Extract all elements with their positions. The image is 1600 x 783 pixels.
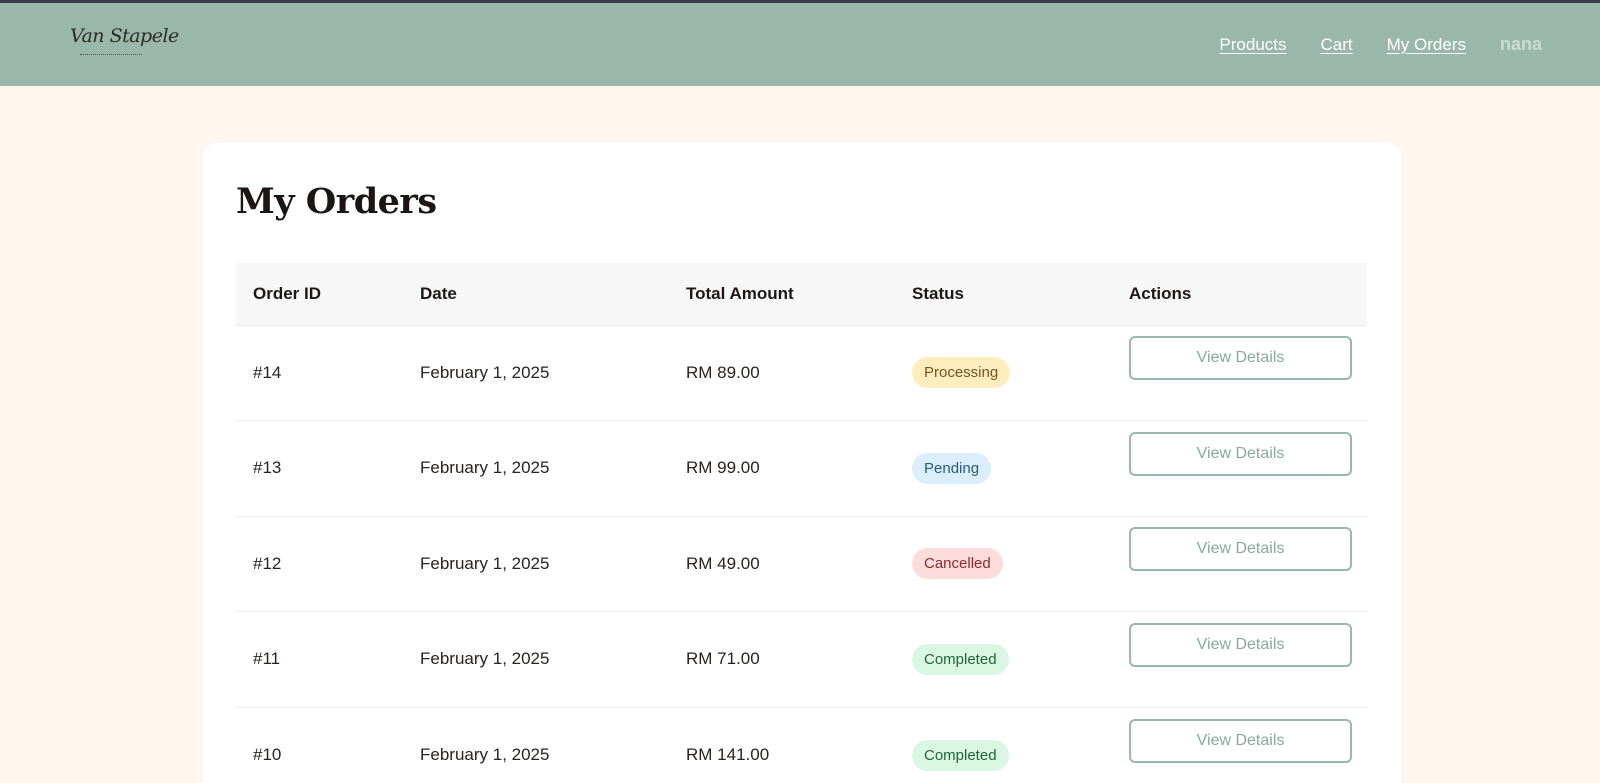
page-title: My Orders bbox=[236, 181, 437, 222]
logo-text: Van Stapele bbox=[70, 25, 179, 47]
view-details-button[interactable]: View Details bbox=[1129, 527, 1352, 572]
logo[interactable]: Van Stapele bbox=[70, 25, 179, 65]
nav-link-cart[interactable]: Cart bbox=[1321, 35, 1353, 55]
order-date: February 1, 2025 bbox=[420, 649, 550, 669]
view-details-button[interactable]: View Details bbox=[1129, 431, 1352, 476]
order-date: February 1, 2025 bbox=[420, 553, 550, 573]
nav-link-my-orders[interactable]: My Orders bbox=[1387, 35, 1466, 55]
table-row: #12 February 1, 2025 RM 49.00 Cancelled … bbox=[236, 516, 1367, 612]
order-total: RM 71.00 bbox=[686, 649, 760, 669]
main-nav: Products Cart My Orders nana bbox=[1219, 3, 1542, 86]
column-header-status: Status bbox=[912, 283, 964, 303]
status-badge: Cancelled bbox=[912, 548, 1003, 580]
orders-card: My Orders Order ID Date Total Amount Sta… bbox=[203, 143, 1401, 783]
order-date: February 1, 2025 bbox=[420, 745, 550, 764]
view-details-button[interactable]: View Details bbox=[1129, 622, 1352, 667]
order-id: #12 bbox=[253, 553, 282, 573]
column-header-total-amount: Total Amount bbox=[686, 283, 794, 303]
status-badge: Pending bbox=[912, 452, 992, 484]
orders-table: Order ID Date Total Amount Status Action… bbox=[236, 263, 1367, 783]
table-row: #13 February 1, 2025 RM 99.00 Pending Vi… bbox=[236, 420, 1367, 517]
status-badge: Completed bbox=[912, 643, 1009, 675]
column-header-order-id: Order ID bbox=[253, 283, 322, 303]
table-row: #11 February 1, 2025 RM 71.00 Completed … bbox=[236, 611, 1367, 708]
order-id: #14 bbox=[253, 362, 282, 382]
column-header-date: Date bbox=[420, 283, 457, 303]
table-header-row: Order ID Date Total Amount Status Action… bbox=[236, 263, 1367, 325]
order-total: RM 49.00 bbox=[686, 553, 760, 573]
view-details-button[interactable]: View Details bbox=[1129, 718, 1352, 763]
order-total: RM 141.00 bbox=[686, 745, 770, 764]
nav-link-products[interactable]: Products bbox=[1219, 35, 1286, 55]
order-id: #13 bbox=[253, 458, 282, 478]
status-badge: Processing bbox=[912, 357, 1011, 389]
order-id: #10 bbox=[253, 745, 282, 764]
logo-subtext bbox=[80, 54, 142, 57]
order-date: February 1, 2025 bbox=[420, 362, 550, 382]
order-total: RM 99.00 bbox=[686, 458, 760, 478]
order-total: RM 89.00 bbox=[686, 362, 760, 382]
order-date: February 1, 2025 bbox=[420, 458, 550, 478]
table-row: #14 February 1, 2025 RM 89.00 Processing… bbox=[236, 325, 1367, 421]
status-badge: Completed bbox=[912, 739, 1009, 771]
column-header-actions: Actions bbox=[1129, 283, 1192, 303]
user-menu[interactable]: nana bbox=[1500, 34, 1542, 55]
table-row: #10 February 1, 2025 RM 141.00 Completed… bbox=[236, 707, 1367, 783]
view-details-button[interactable]: View Details bbox=[1129, 336, 1352, 381]
order-id: #11 bbox=[253, 649, 281, 669]
